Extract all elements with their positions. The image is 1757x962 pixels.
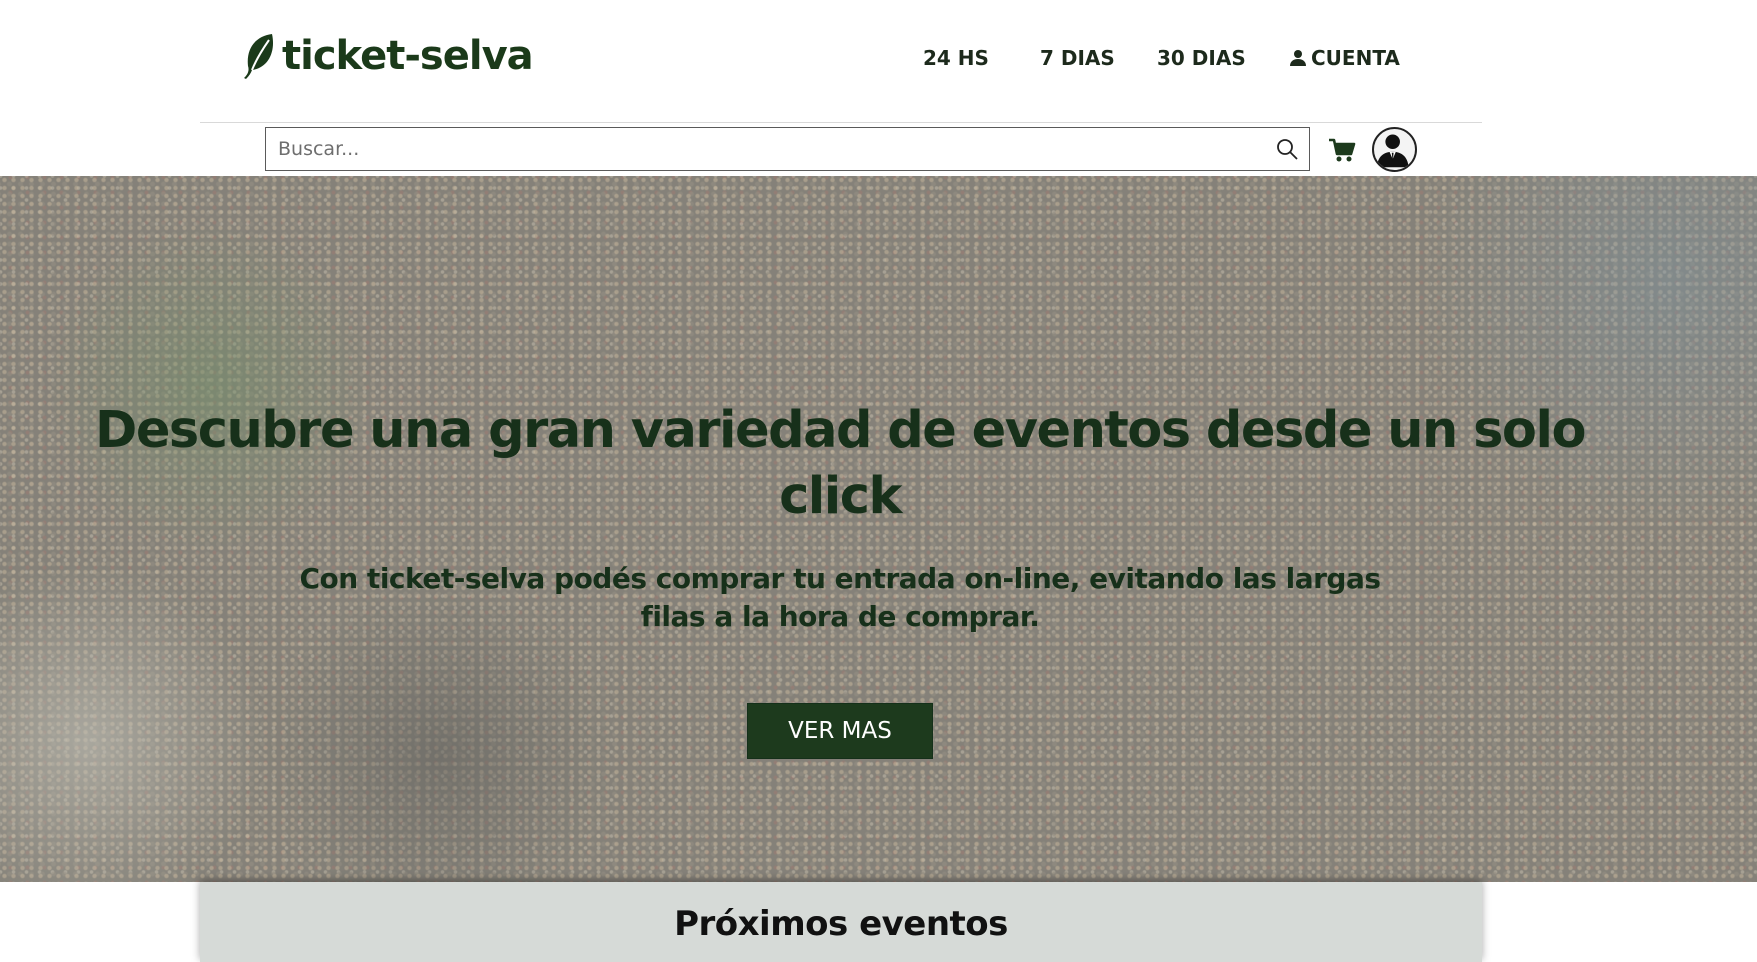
site-header: ticket-selva 24 HS 7 DIAS 30 DIAS CUENTA — [0, 0, 1757, 176]
hero-title: Descubre una gran variedad de eventos de… — [94, 401, 1587, 526]
search-bar — [265, 127, 1310, 171]
brand-logo[interactable]: ticket-selva — [242, 32, 534, 80]
cart-icon[interactable] — [1328, 137, 1356, 163]
ver-mas-button[interactable]: VER MAS — [747, 703, 933, 759]
upcoming-events-section: Próximos eventos — [200, 882, 1482, 962]
avatar-icon — [1376, 134, 1409, 168]
search-icon[interactable] — [1275, 137, 1299, 161]
user-avatar[interactable] — [1372, 127, 1417, 172]
user-icon — [1290, 50, 1306, 66]
hero-subtitle: Con ticket-selva podés comprar tu entrad… — [299, 562, 1381, 633]
nav-item-24hs[interactable]: 24 HS — [923, 46, 989, 70]
header-divider — [200, 122, 1482, 123]
leaf-icon — [244, 34, 274, 79]
nav-item-30dias[interactable]: 30 DIAS — [1157, 46, 1246, 70]
search-input[interactable] — [266, 128, 1275, 170]
nav-item-cuenta[interactable]: CUENTA — [1289, 46, 1400, 70]
nav-item-cuenta-label: CUENTA — [1311, 46, 1400, 70]
section-title: Próximos eventos — [674, 904, 1008, 944]
hero-banner: Descubre una gran variedad de eventos de… — [0, 176, 1757, 882]
nav-item-7dias[interactable]: 7 DIAS — [1040, 46, 1115, 70]
brand-name: ticket-selva — [282, 33, 534, 79]
